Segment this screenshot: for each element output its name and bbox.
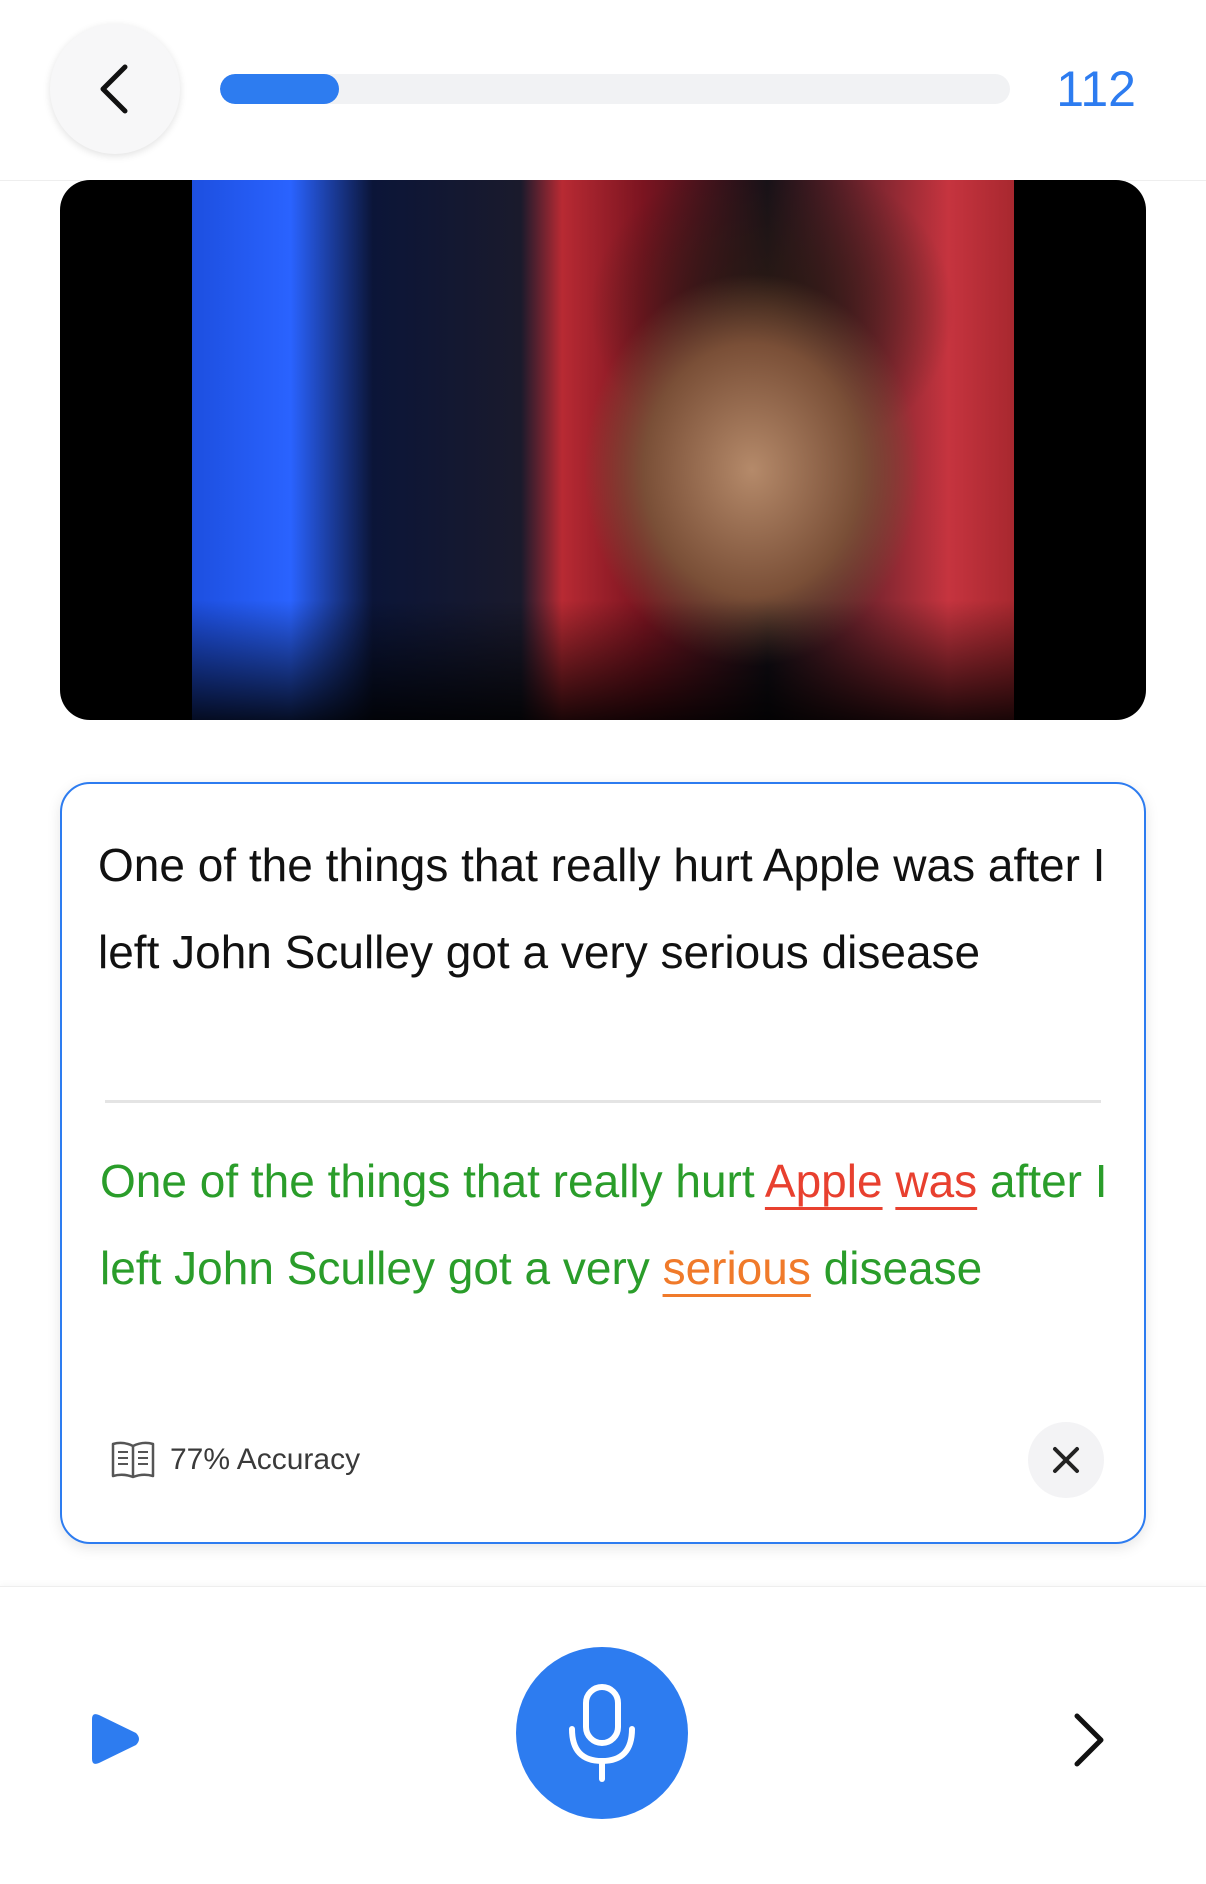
result-word-good: of <box>199 1155 239 1207</box>
result-word-good: Sculley <box>286 1242 435 1294</box>
result-word-good: really <box>552 1155 663 1207</box>
result-word-bad[interactable]: was <box>895 1155 977 1207</box>
chevron-right-icon <box>1074 1713 1104 1767</box>
result-word-good: a <box>524 1242 551 1294</box>
result-word-good: John <box>174 1242 274 1294</box>
result-word-good: disease <box>823 1242 983 1294</box>
result-word-good: things <box>327 1155 451 1207</box>
result-word-bad[interactable]: Apple <box>765 1155 883 1207</box>
video-frame <box>192 180 1014 720</box>
result-word-good: after <box>989 1155 1082 1207</box>
result-word-good: very <box>562 1242 650 1294</box>
microphone-icon <box>569 1684 635 1782</box>
progress-fill <box>220 74 339 104</box>
result-word-good: that <box>463 1155 540 1207</box>
close-icon <box>1053 1447 1079 1473</box>
original-sentence: One of the things that really hurt Apple… <box>98 839 1106 978</box>
result-word-good: the <box>250 1155 315 1207</box>
book-icon <box>111 1441 155 1479</box>
divider <box>105 1100 1101 1103</box>
spoken-result: One of the things that really hurt Apple… <box>100 1138 1110 1312</box>
back-button[interactable] <box>50 24 180 154</box>
result-word-warn[interactable]: serious <box>663 1242 811 1294</box>
header: 112 <box>0 0 1206 181</box>
result-word-good: hurt <box>675 1155 755 1207</box>
bottom-controls <box>0 1586 1206 1884</box>
next-button[interactable] <box>1052 1705 1122 1775</box>
practice-screen: 112 One of the things that really hurt A… <box>0 0 1206 1884</box>
chevron-left-icon <box>100 64 128 114</box>
accuracy-label: 77% Accuracy <box>170 1443 361 1476</box>
microphone-button[interactable] <box>516 1647 688 1819</box>
progress-bar <box>220 74 1010 104</box>
play-button[interactable] <box>84 1709 144 1769</box>
video-player[interactable] <box>60 180 1146 720</box>
accuracy-row: 77% Accuracy <box>110 1440 360 1480</box>
result-word-good: got <box>447 1242 512 1294</box>
play-icon <box>92 1714 139 1764</box>
result-word-good: I <box>1094 1155 1108 1207</box>
transcript-card: One of the things that really hurt Apple… <box>60 782 1146 1544</box>
result-word-good: One <box>100 1155 187 1207</box>
result-word-good: left <box>100 1242 162 1294</box>
close-button[interactable] <box>1028 1422 1104 1498</box>
sentence-counter: 112 <box>1056 61 1136 117</box>
